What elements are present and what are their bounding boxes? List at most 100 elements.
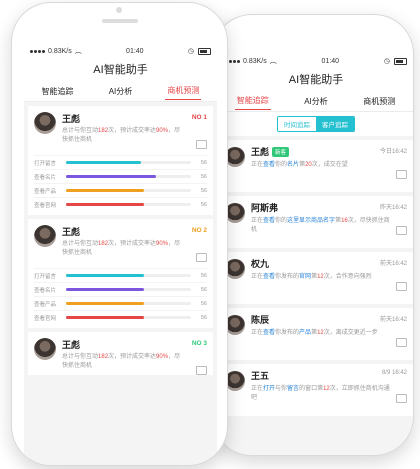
customer-row[interactable]: 阿斯弗 昨天16:42 正在查看你的这里显示商品名字第16次，尽快抓住商机 (219, 196, 413, 248)
message-icon[interactable] (396, 282, 407, 291)
activity-description: 正在查看你发布的官网第12次，合作意向强烈 (251, 273, 391, 282)
message-icon[interactable] (396, 394, 407, 403)
message-icon[interactable] (396, 226, 407, 235)
progress-track (66, 302, 191, 305)
card-header: 王彪 总计与你互动182次，预计成交率达90%，尽快抓住商机 (34, 112, 207, 145)
lead-summary: 总计与你互动182次，预计成交率达90%，尽快抓住商机 (62, 127, 182, 145)
alarm-icon: ◷ (187, 48, 194, 55)
description-part: 次，成交在望 (311, 162, 348, 168)
ranking-list: 王彪 总计与你互动182次，预计成交率达90%，尽快抓住商机 NO 1 打开留言 56 查… (24, 106, 217, 375)
new-customer-badge: 新客 (272, 146, 290, 157)
progress-track (66, 274, 191, 277)
avatar (34, 225, 56, 247)
progress-track (66, 189, 191, 192)
page-title: AI智能助手 (219, 69, 413, 91)
progress-fill (66, 316, 144, 319)
description-part: 正在 (251, 218, 264, 224)
tab-opportunity-forecast[interactable]: 商机预测 (361, 93, 397, 110)
customer-row[interactable]: 权九 前天16:42 正在查看你发布的官网第12次，合作意向强烈 (219, 252, 413, 304)
activity-row: 打开留言 56 (34, 155, 207, 169)
activity-label: 查看产品 (34, 301, 57, 308)
message-icon[interactable] (196, 366, 207, 375)
avatar (34, 338, 56, 360)
activity-label: 打开留言 (34, 273, 57, 280)
signal-icon (30, 49, 45, 53)
message-icon[interactable] (396, 170, 407, 179)
tab-smart-tracking[interactable]: 智能追踪 (234, 92, 271, 110)
customer-name: 阿斯弗 (251, 203, 279, 213)
tab-ai-analysis[interactable]: AI分析 (302, 93, 330, 110)
activity-row: 查看产品 56 (34, 183, 207, 197)
summary-part: 次，预计成交率达 (108, 354, 157, 360)
timestamp: 前天16:42 (379, 261, 407, 267)
description-part: 打开 (263, 386, 276, 392)
opportunity-forecast-screen: 0.83K/s ︵ 01:40 ◷ AI智能助手 智能追踪 AI分析 商机预测 王… (24, 43, 217, 465)
summary-part: 次，预计成交率达 (108, 128, 157, 134)
customer-list: 王彪 新客 今日16:42 正在查看你的名片第20次，成交在望 阿斯弗 昨天16:42 正在… (219, 140, 413, 416)
activity-count: 56 (200, 300, 207, 307)
timestamp: 8/9 16:42 (381, 370, 407, 376)
activity-row: 打开留言 56 (34, 268, 207, 282)
description-part: 查看 (263, 162, 276, 168)
progress-track (66, 161, 191, 164)
page-title: AI智能助手 (24, 59, 217, 81)
message-icon[interactable] (396, 338, 407, 347)
customer-tracking-toggle[interactable]: 客户追踪 (316, 117, 354, 131)
description-part: 与你 (275, 386, 288, 392)
activity-label: 查看名片 (34, 287, 57, 294)
description-part: 查看 (263, 274, 276, 280)
tracking-mode-switch: 时间追踪 客户追踪 (219, 112, 413, 136)
rank-badge: NO 1 (191, 114, 207, 121)
lead-card[interactable]: 王彪 总计与你互动182次，预计成交率达90%，尽快抓住商机 NO 3 (28, 332, 213, 375)
progress-fill (66, 274, 144, 277)
description-part: 次，离成交更近一步 (323, 330, 378, 336)
activity-description: 正在查看你发布的产品第12次，离成交更近一步 (251, 329, 391, 338)
customer-tracking-screen: 0.83K/s ︵ 01:40 ◷ AI智能助手 智能追踪 AI分析 商机预测 时… (219, 53, 413, 455)
description-part: 你发布的 (275, 330, 300, 336)
lead-summary: 总计与你互动182次，预计成交率达90%，尽快抓住商机 (62, 353, 182, 371)
description-part: 的窗口第 (299, 386, 324, 392)
customer-name: 王五 (251, 371, 270, 381)
customer-name: 陈辰 (251, 315, 270, 325)
speaker-grille (102, 19, 138, 23)
description-part: 你的 (275, 162, 288, 168)
description-part: 这里显示商品名字 (287, 218, 336, 224)
timestamp: 今日16:42 (379, 149, 407, 155)
network-speed: 0.83K/s (48, 47, 72, 55)
summary-part: 总计与你互动 (62, 241, 99, 247)
tab-smart-tracking[interactable]: 智能追踪 (40, 83, 76, 100)
customer-row[interactable]: 陈辰 前天16:42 正在查看你发布的产品第12次，离成交更近一步 (219, 308, 413, 360)
activity-count: 56 (200, 314, 207, 321)
customer-info: 王彪 新客 今日16:42 正在查看你的名片第20次，成交在望 (251, 145, 407, 170)
progress-fill (66, 189, 144, 192)
lead-card[interactable]: 王彪 总计与你互动182次，预计成交率达90%，尽快抓住商机 NO 2 打开留言 56 查… (28, 219, 213, 328)
message-icon[interactable] (196, 140, 207, 149)
battery-icon (197, 47, 211, 55)
lead-name: 王彪 (62, 340, 81, 350)
lead-info: 王彪 总计与你互动182次，预计成交率达90%，尽快抓住商机 (62, 112, 207, 145)
customer-row[interactable]: 王彪 新客 今日16:42 正在查看你的名片第20次，成交在望 (219, 140, 413, 192)
activity-row: 查看名片 56 (34, 282, 207, 296)
progress-track (66, 316, 191, 319)
time-tracking-toggle[interactable]: 时间追踪 (278, 117, 316, 131)
activity-description: 正在查看你的这里显示商品名字第16次，尽快抓住商机 (251, 217, 391, 235)
tab-bar: 智能追踪 AI分析 商机预测 (24, 81, 217, 102)
message-icon[interactable] (196, 253, 207, 262)
tab-opportunity-forecast[interactable]: 商机预测 (165, 82, 202, 100)
customer-info: 陈辰 前天16:42 正在查看你发布的产品第12次，离成交更近一步 (251, 313, 407, 338)
lead-card[interactable]: 王彪 总计与你互动182次，预计成交率达90%，尽快抓住商机 NO 1 打开留言 56 查… (28, 106, 213, 215)
summary-part: 90% (156, 128, 169, 134)
lead-info: 王彪总计与你互动182次，预计成交率达90%，尽快抓住商机 (62, 338, 207, 371)
progress-track (66, 203, 191, 206)
avatar (225, 315, 245, 335)
avatar (225, 203, 245, 223)
activity-description: 正在打开与你留言的窗口第12次，立即抓住商机沟通吧 (251, 385, 391, 403)
avatar (225, 371, 245, 391)
card-header: 王彪总计与你互动182次，预计成交率达90%，尽快抓住商机 (34, 338, 207, 371)
customer-info: 阿斯弗 昨天16:42 正在查看你的这里显示商品名字第16次，尽快抓住商机 (251, 201, 407, 235)
tab-ai-analysis[interactable]: AI分析 (107, 83, 135, 100)
customer-row[interactable]: 王五 8/9 16:42 正在打开与你留言的窗口第12次，立即抓住商机沟通吧 (219, 364, 413, 416)
phone-mockup-front: 0.83K/s ︵ 01:40 ◷ AI智能助手 智能追踪 AI分析 商机预测 王… (11, 2, 228, 466)
activity-count: 56 (200, 272, 207, 279)
progress-fill (66, 288, 144, 291)
